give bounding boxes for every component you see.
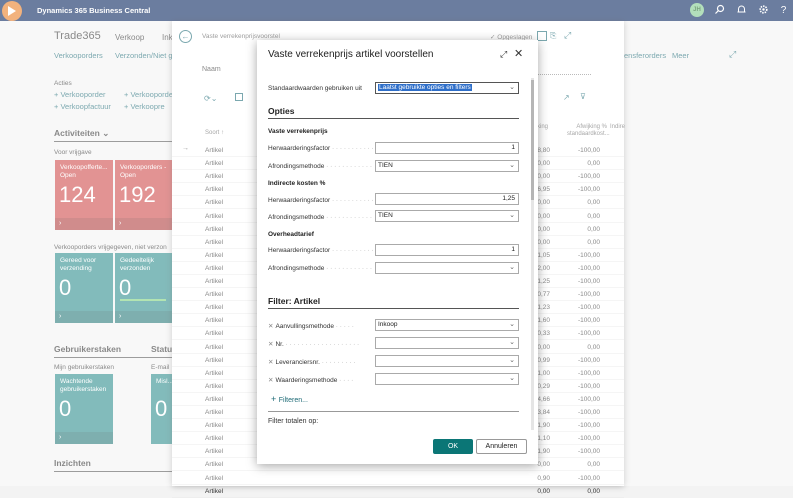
fixed-price-header: Vaste verrekenprijs bbox=[268, 128, 328, 135]
indirect-factor-input[interactable]: 1,25 bbox=[375, 193, 519, 205]
filter-label-leverancier: ✕ Leveranciersnr. · · · · · · · · · bbox=[268, 359, 356, 366]
fixed-factor-label: Herwaarderingsfactor · · · · · · · · · ·… bbox=[268, 145, 374, 152]
indirect-rounding-label: Afrondingsmethode · · · · · · · · · · · … bbox=[268, 214, 373, 221]
defaults-select[interactable]: Laatst gebruikte opties en filters ⌄ bbox=[375, 82, 519, 94]
ok-button[interactable]: OK bbox=[433, 439, 473, 454]
cell-soort: Artikel bbox=[205, 487, 224, 495]
remove-filter-icon[interactable]: ✕ bbox=[268, 359, 273, 366]
divider bbox=[268, 118, 519, 119]
cell-value-2: 0,00 bbox=[587, 487, 600, 495]
chevron-down-icon: ⌄ bbox=[509, 321, 515, 328]
fixed-rounding-select[interactable]: TIEN ⌄ bbox=[375, 160, 519, 172]
defaults-label: Standaardwaarden gebruiken uit bbox=[268, 85, 362, 92]
filter-aanvulling-select[interactable]: Inkoop ⌄ bbox=[375, 319, 519, 331]
filter-leverancier-select[interactable]: ⌄ bbox=[375, 355, 519, 367]
chevron-down-icon: ⌄ bbox=[509, 264, 515, 271]
cancel-button[interactable]: Annuleren bbox=[476, 439, 527, 454]
chevron-down-icon: ⌄ bbox=[509, 339, 515, 346]
filter-label-nr: ✕ Nr. · · · · · · · · · · · · · · · · · ·… bbox=[268, 341, 360, 348]
close-icon[interactable]: ✕ bbox=[514, 47, 523, 60]
remove-filter-icon[interactable]: ✕ bbox=[268, 341, 273, 348]
filter-waardering-select[interactable]: ⌄ bbox=[375, 373, 519, 385]
divider bbox=[268, 411, 519, 412]
filter-totals-label: Filter totalen op: bbox=[268, 418, 319, 425]
options-header: Opties bbox=[268, 106, 295, 116]
fixed-rounding-label: Afrondingsmethode · · · · · · · · · · · … bbox=[268, 163, 373, 170]
filter-nr-select[interactable]: ⌄ bbox=[375, 337, 519, 349]
filter-label-aanvulling: ✕ Aanvullingsmethode · · · · · bbox=[268, 323, 354, 330]
indirect-rounding-select[interactable]: TIEN ⌄ bbox=[375, 210, 519, 222]
divider bbox=[268, 308, 519, 309]
remove-filter-icon[interactable]: ✕ bbox=[268, 377, 273, 384]
cell-value-1: 0,00 bbox=[537, 487, 550, 495]
fixed-factor-input[interactable]: 1 bbox=[375, 142, 519, 154]
overhead-factor-label: Herwaarderingsfactor · · · · · · · · · ·… bbox=[268, 247, 374, 254]
chevron-down-icon: ⌄ bbox=[509, 84, 515, 91]
overhead-rounding-label: Afrondingsmethode · · · · · · · · · · · … bbox=[268, 265, 373, 272]
suggest-price-dialog: Vaste verrekenprijs artikel voorstellen … bbox=[257, 40, 538, 464]
indirect-factor-label: Herwaarderingsfactor · · · · · · · · · ·… bbox=[268, 197, 374, 204]
chevron-down-icon: ⌄ bbox=[509, 357, 515, 364]
overhead-rounding-select[interactable]: ⌄ bbox=[375, 262, 519, 274]
chevron-down-icon: ⌄ bbox=[509, 162, 515, 169]
chevron-down-icon: ⌄ bbox=[509, 212, 515, 219]
indirect-cost-header: Indirecte kosten % bbox=[268, 180, 326, 187]
overhead-factor-input[interactable]: 1 bbox=[375, 244, 519, 256]
filter-label-waardering: ✕ Waarderingsmethode · · · · bbox=[268, 377, 354, 384]
filter-header: Filter: Artikel bbox=[268, 296, 321, 306]
add-filter-link[interactable]: + Filteren... bbox=[271, 394, 308, 404]
chevron-down-icon: ⌄ bbox=[509, 375, 515, 382]
dialog-scrollbar-thumb[interactable] bbox=[531, 80, 534, 200]
dialog-title: Vaste verrekenprijs artikel voorstellen bbox=[268, 49, 434, 60]
plus-icon: + bbox=[271, 394, 279, 404]
remove-filter-icon[interactable]: ✕ bbox=[268, 323, 273, 330]
overhead-header: Overheadtarief bbox=[268, 231, 314, 238]
table-row[interactable]: Artikel 0,00 0,00 bbox=[172, 485, 624, 498]
expand-dialog-icon[interactable]: ⤢ bbox=[500, 49, 507, 60]
